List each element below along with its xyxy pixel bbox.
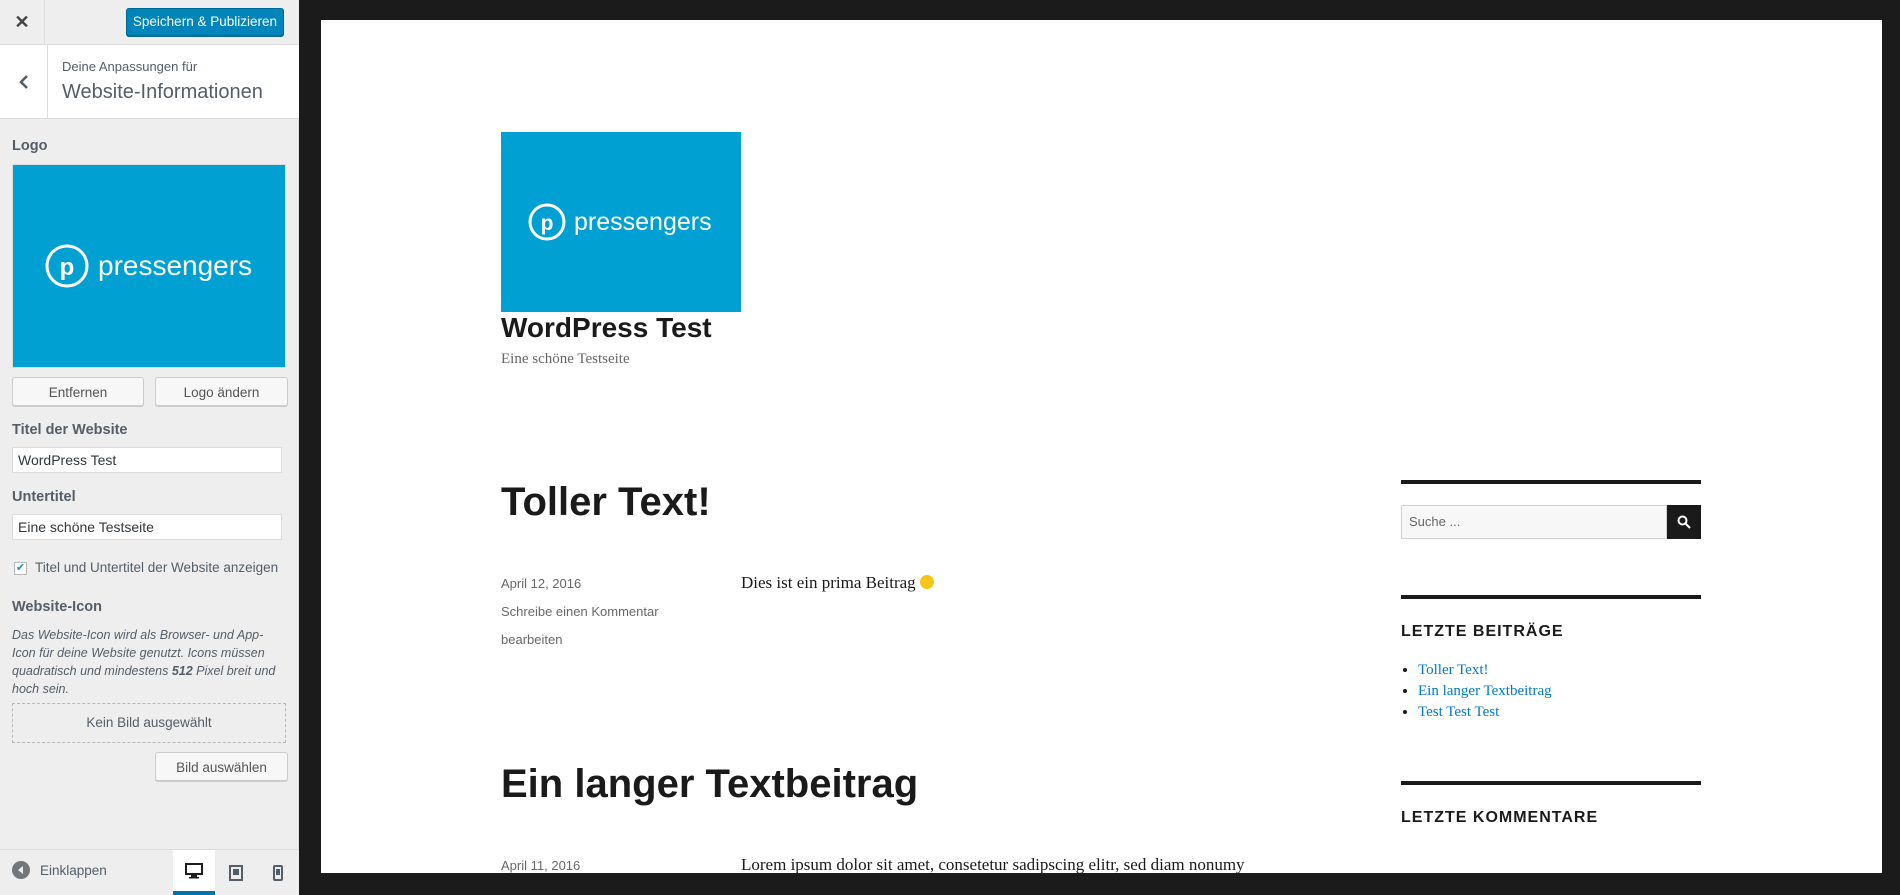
- pressengers-logo: p pressengers: [45, 244, 252, 288]
- svg-text:p: p: [541, 212, 554, 235]
- edit-link[interactable]: bearbeiten: [501, 632, 562, 647]
- collapse-button[interactable]: Einklappen: [12, 861, 107, 879]
- recent-posts-list: Toller Text! Ein langer Textbeitrag Test…: [1401, 660, 1552, 723]
- recent-post-link[interactable]: Test Test Test: [1418, 704, 1499, 720]
- mobile-icon[interactable]: [257, 850, 299, 895]
- post-date[interactable]: April 11, 2016: [501, 858, 580, 873]
- close-icon[interactable]: ✕: [0, 0, 45, 44]
- site-icon-placeholder[interactable]: Kein Bild ausgewählt: [12, 703, 286, 743]
- site-logo[interactable]: p pressengers: [501, 132, 741, 312]
- desktop-icon[interactable]: [173, 850, 215, 895]
- site-icon-label: Website-Icon: [12, 599, 102, 615]
- sidebar-header: ✕ Speichern & Publizieren: [0, 0, 299, 45]
- list-item: Test Test Test: [1418, 702, 1552, 723]
- logo-label: Logo: [12, 138, 48, 154]
- post-excerpt: Lorem ipsum dolor sit amet, consetetur s…: [741, 855, 1245, 873]
- site-title-label: Titel der Website: [12, 422, 128, 438]
- select-image-button[interactable]: Bild auswählen: [155, 752, 288, 781]
- comment-link[interactable]: Schreibe einen Kommentar: [501, 604, 659, 619]
- remove-logo-button[interactable]: Entfernen: [12, 377, 144, 406]
- search-icon[interactable]: [1667, 505, 1701, 539]
- post-date[interactable]: April 12, 2016: [501, 576, 581, 591]
- search-input[interactable]: Suche ...: [1401, 505, 1667, 539]
- device-switcher: [173, 850, 299, 895]
- post-title[interactable]: Toller Text!: [501, 480, 711, 525]
- site-preview: p pressengers WordPress Test Eine schöne…: [321, 20, 1882, 873]
- site-icon-description: Das Website-Icon wird als Browser- und A…: [12, 628, 276, 696]
- site-description: Eine schöne Testseite: [501, 351, 630, 367]
- collapse-icon: [12, 861, 30, 879]
- post-excerpt: Dies ist ein prima Beitrag: [741, 573, 934, 593]
- section-title: Website-Informationen: [62, 81, 263, 103]
- list-item: Toller Text!: [1418, 660, 1552, 681]
- post-title[interactable]: Ein langer Textbeitrag: [501, 762, 918, 807]
- logo-text: pressengers: [574, 208, 712, 236]
- tablet-icon[interactable]: [215, 850, 257, 895]
- save-publish-button[interactable]: Speichern & Publizieren: [125, 8, 284, 36]
- collapse-label: Einklappen: [40, 862, 107, 878]
- pressengers-logo: p pressengers: [528, 203, 712, 241]
- svg-text:p: p: [60, 254, 75, 281]
- smiley-icon: [919, 575, 934, 590]
- widget-divider: [1401, 595, 1701, 599]
- recent-posts-title: LETZTE BEITRÄGE: [1401, 623, 1564, 640]
- tagline-label: Untertitel: [12, 489, 76, 505]
- logo-text: pressengers: [98, 250, 252, 281]
- logo-preview[interactable]: p pressengers: [12, 164, 286, 368]
- site-title[interactable]: WordPress Test: [501, 312, 712, 344]
- change-logo-button[interactable]: Logo ändern: [155, 377, 288, 406]
- widget-divider: [1401, 480, 1701, 484]
- list-item: Ein langer Textbeitrag: [1418, 681, 1552, 702]
- recent-comments-title: LETZTE KOMMENTARE: [1401, 809, 1599, 826]
- site-title-input[interactable]: WordPress Test: [12, 447, 282, 473]
- sidebar-footer: Einklappen: [0, 849, 299, 895]
- tagline-input[interactable]: Eine schöne Testseite: [12, 514, 282, 540]
- recent-post-link[interactable]: Ein langer Textbeitrag: [1418, 683, 1552, 699]
- section-pre-title: Deine Anpassungen für: [62, 59, 198, 74]
- back-arrow-icon[interactable]: [0, 45, 48, 118]
- recent-post-link[interactable]: Toller Text!: [1418, 662, 1489, 678]
- section-header: Deine Anpassungen für Website-Informatio…: [0, 45, 299, 119]
- customizer-sidebar: ✕ Speichern & Publizieren Deine Anpassun…: [0, 0, 299, 895]
- display-header-checkbox[interactable]: ✔: [14, 562, 27, 575]
- widget-divider: [1401, 781, 1701, 785]
- display-header-label: Titel und Untertitel der Website anzeige…: [35, 560, 279, 575]
